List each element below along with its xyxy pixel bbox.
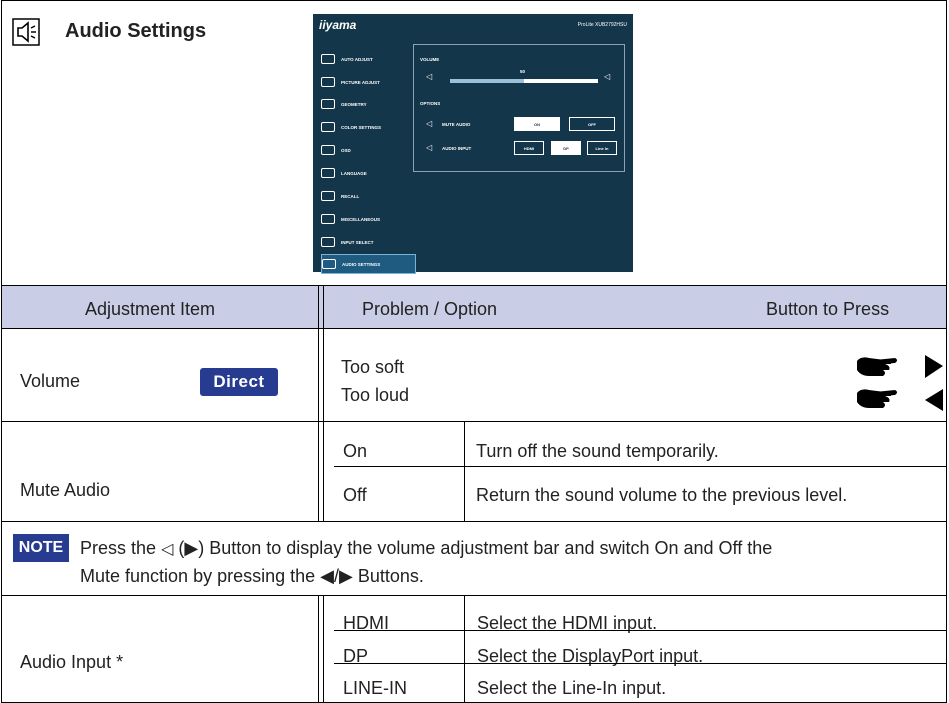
osd-menu-recall: RECALL — [321, 186, 416, 206]
osd-model: ProLite XUB2792HSU — [577, 22, 627, 28]
table-border — [946, 0, 947, 703]
osd-screenshot: iiyama ProLite XUB2792HSU AUTO ADJUST PI… — [313, 14, 633, 274]
osd-menu-audio-settings: AUDIO SETTINGS — [321, 254, 416, 274]
audio-input-icon: ◁ — [426, 143, 433, 152]
note-line-2: Mute function by pressing the ◀/▶ Button… — [80, 566, 424, 586]
recall-icon — [321, 191, 335, 201]
table-border — [318, 596, 319, 703]
osd-mute-label: MUTE AUDIO — [442, 122, 471, 127]
osd-brand: iiyama — [319, 18, 357, 32]
speaker-icon — [12, 18, 40, 46]
col-problem-option: Problem / Option — [362, 299, 498, 319]
right-triangle-icon: ▶ — [184, 538, 199, 558]
table-border — [1, 521, 947, 522]
speaker-low-icon: ◁ — [426, 72, 433, 81]
osd-menu-auto-adjust: AUTO ADJUST — [321, 49, 416, 69]
mute-on-desc: Turn off the sound temporarily. — [476, 441, 719, 461]
table-border — [1, 0, 2, 703]
note-line-1: Press the ◁ (▶) Button to display the vo… — [80, 537, 772, 561]
table-border — [318, 286, 319, 521]
osd-menu-picture-adjust: PICTURE ADJUST — [321, 72, 416, 92]
table-border — [1, 285, 947, 286]
osd-menu-color-settings: COLOR SETTINGS — [321, 117, 416, 137]
brightness-icon — [321, 77, 335, 87]
monitor-icon — [321, 54, 335, 64]
table-border — [334, 630, 947, 631]
osd-menu-language: LANGUAGE — [321, 163, 416, 183]
mute-icon: ◁ — [426, 119, 433, 128]
table-border — [334, 663, 947, 664]
audio-input-label: Audio Input * — [20, 652, 124, 672]
section-title: Audio Settings — [65, 20, 207, 42]
osd-menu-miscellaneous: MISCELLANEOUS — [321, 209, 416, 229]
input-icon — [321, 237, 335, 247]
col-button-to-press: Button to Press — [766, 299, 890, 319]
hand-right-arrow-icon — [857, 355, 943, 378]
mute-off-desc: Return the sound volume to the previous … — [476, 485, 848, 505]
hand-left-arrow-icon — [857, 389, 943, 411]
audio-input-option: LINE-IN — [343, 678, 408, 698]
osd-menu-osd: OSD — [321, 140, 416, 160]
table-border — [1, 0, 947, 1]
table-border — [1, 595, 947, 596]
mute-audio-label: Mute Audio — [20, 480, 111, 500]
speaker-icon: ◁ — [161, 541, 174, 558]
mute-on-option: On — [343, 441, 368, 461]
table-border — [334, 466, 947, 467]
mute-off-option: Off — [343, 485, 367, 505]
left-triangle-icon: ◀ — [320, 566, 334, 586]
table-border — [323, 596, 324, 703]
geometry-icon — [321, 99, 335, 109]
globe-icon — [321, 168, 335, 178]
osd-input-label: AUDIO INPUT — [442, 146, 472, 151]
table-border — [1, 421, 947, 422]
osd-menu-geometry: GEOMETRY — [321, 94, 416, 114]
osd-volume-label: VOLUME — [420, 57, 440, 62]
sliders-icon — [321, 214, 335, 224]
table-border — [1, 328, 947, 329]
osd-input-dp: DP — [551, 141, 581, 155]
osd-audio-panel: VOLUME ◁ 50 ◁ OPTIONS ◁ MUTE AUDIO ON OF… — [413, 44, 625, 172]
osd-volume-bar — [450, 79, 598, 83]
volume-label: Volume — [20, 371, 81, 391]
color-icon — [321, 122, 335, 132]
speaker-high-icon: ◁ — [604, 72, 611, 81]
osd-volume-value: 50 — [520, 69, 526, 74]
too-loud-text: Too loud — [341, 385, 410, 405]
osd-mute-off: OFF — [569, 117, 615, 131]
osd-input-hdmi: HDMI — [514, 141, 544, 155]
osd-volume-fill — [450, 79, 524, 83]
osd-mute-on: ON — [514, 117, 560, 131]
osd-menu-input-select: INPUT SELECT — [321, 232, 416, 252]
note-badge: NOTE — [13, 534, 69, 562]
table-border — [464, 596, 465, 703]
too-soft-text: Too soft — [341, 357, 405, 377]
direct-badge: Direct — [200, 368, 278, 396]
audio-input-desc: Select the Line-In input. — [477, 678, 667, 698]
osd-options-label: OPTIONS — [420, 101, 441, 106]
table-border — [323, 286, 324, 521]
col-adjustment-item: Adjustment Item — [85, 299, 216, 319]
table-border — [464, 422, 465, 521]
osd-input-linein: Line In — [587, 141, 617, 155]
speaker-icon — [322, 259, 336, 269]
right-triangle-icon: ▶ — [339, 566, 353, 586]
osd-icon — [321, 145, 335, 155]
